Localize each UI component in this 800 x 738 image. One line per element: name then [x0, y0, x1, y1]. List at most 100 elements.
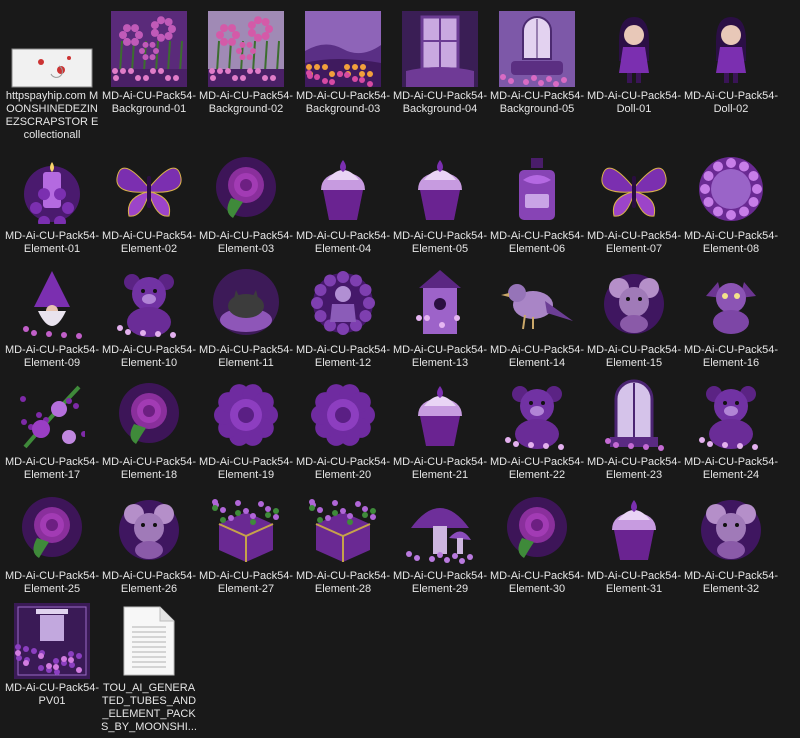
butterfly-icon: [102, 150, 196, 228]
file-item[interactable]: MD-Ai-CU-Pack54-Element-31: [586, 488, 682, 600]
file-item[interactable]: MD-Ai-CU-Pack54-Element-17: [4, 374, 100, 486]
file-name: MD-Ai-CU-Pack54-Element-07: [586, 230, 682, 255]
file-name: MD-Ai-CU-Pack54-Background-04: [392, 90, 488, 115]
file-name: MD-Ai-CU-Pack54-Element-01: [4, 230, 100, 255]
file-item[interactable]: MD-Ai-CU-Pack54-Element-15: [586, 262, 682, 374]
flower-frame-icon: [684, 150, 778, 228]
file-item[interactable]: MD-Ai-CU-Pack54-Element-03: [198, 148, 294, 260]
teddy-bear-icon: [102, 264, 196, 342]
file-item[interactable]: MD-Ai-CU-Pack54-Element-21: [392, 374, 488, 486]
file-item[interactable]: MD-Ai-CU-Pack54-Background-04: [392, 8, 488, 120]
cupcake-icon: [393, 376, 487, 454]
file-item[interactable]: MD-Ai-CU-Pack54-Element-07: [586, 148, 682, 260]
teddy-bear-icon: [684, 376, 778, 454]
file-name: MD-Ai-CU-Pack54-Element-02: [101, 230, 197, 255]
rose-icon: [102, 376, 196, 454]
file-name: MD-Ai-CU-Pack54-Background-05: [489, 90, 585, 115]
file-item[interactable]: httpspayhip.com MOONSHINEDEZINEZSCRAPSTO…: [4, 8, 100, 141]
file-item[interactable]: MD-Ai-CU-Pack54-Element-24: [683, 374, 779, 486]
file-name: MD-Ai-CU-Pack54-Element-22: [489, 456, 585, 481]
file-name: MD-Ai-CU-Pack54-Element-14: [489, 344, 585, 369]
cupcake-icon: [296, 150, 390, 228]
file-name: MD-Ai-CU-Pack54-Element-05: [392, 230, 488, 255]
file-name: MD-Ai-CU-Pack54-Element-23: [586, 456, 682, 481]
butterfly-icon: [587, 150, 681, 228]
file-item[interactable]: MD-Ai-CU-Pack54-Element-12: [295, 262, 391, 374]
file-name: MD-Ai-CU-Pack54-Element-27: [198, 570, 294, 595]
file-name: MD-Ai-CU-Pack54-Element-11: [198, 344, 294, 369]
file-item[interactable]: MD-Ai-CU-Pack54-Element-30: [489, 488, 585, 600]
file-name: MD-Ai-CU-Pack54-Element-24: [683, 456, 779, 481]
file-name: MD-Ai-CU-Pack54-Element-16: [683, 344, 779, 369]
file-name: MD-Ai-CU-Pack54-Element-32: [683, 570, 779, 595]
preview-image-icon: [5, 602, 99, 680]
birdhouse-icon: [393, 264, 487, 342]
file-name: MD-Ai-CU-Pack54-Background-01: [101, 90, 197, 115]
file-item[interactable]: MD-Ai-CU-Pack54-Doll-02: [683, 8, 779, 120]
file-name: MD-Ai-CU-Pack54-Element-21: [392, 456, 488, 481]
file-item[interactable]: MD-Ai-CU-Pack54-Element-29: [392, 488, 488, 600]
file-item[interactable]: MD-Ai-CU-Pack54-Element-04: [295, 148, 391, 260]
file-name: MD-Ai-CU-Pack54-Element-04: [295, 230, 391, 255]
file-item[interactable]: MD-Ai-CU-Pack54-Element-09: [4, 262, 100, 374]
file-name: MD-Ai-CU-Pack54-Element-03: [198, 230, 294, 255]
file-name: MD-Ai-CU-Pack54-Element-06: [489, 230, 585, 255]
file-name: MD-Ai-CU-Pack54-Element-29: [392, 570, 488, 595]
file-item[interactable]: MD-Ai-CU-Pack54-Element-22: [489, 374, 585, 486]
mouse-icon: [102, 490, 196, 568]
file-item[interactable]: MD-Ai-CU-Pack54-Element-13: [392, 262, 488, 374]
file-item[interactable]: MD-Ai-CU-Pack54-Element-16: [683, 262, 779, 374]
file-item[interactable]: MD-Ai-CU-Pack54-Element-01: [4, 148, 100, 260]
cat-basket-icon: [199, 264, 293, 342]
window-icon: [587, 376, 681, 454]
file-name: MD-Ai-CU-Pack54-Element-31: [586, 570, 682, 595]
file-item[interactable]: MD-Ai-CU-Pack54-Element-05: [392, 148, 488, 260]
file-item[interactable]: MD-Ai-CU-Pack54-Element-14: [489, 262, 585, 374]
file-name: MD-Ai-CU-Pack54-Element-15: [586, 344, 682, 369]
file-item[interactable]: MD-Ai-CU-Pack54-Element-02: [101, 148, 197, 260]
mouse-icon: [587, 264, 681, 342]
doll-icon: [587, 10, 681, 88]
doll-icon: [684, 10, 778, 88]
file-item[interactable]: MD-Ai-CU-Pack54-Element-06: [489, 148, 585, 260]
window-background-icon: [490, 10, 584, 88]
file-grid: httpspayhip.com MOONSHINEDEZINEZSCRAPSTO…: [0, 0, 800, 738]
file-name: MD-Ai-CU-Pack54-Doll-02: [683, 90, 779, 115]
file-item[interactable]: MD-Ai-CU-Pack54-Element-27: [198, 488, 294, 600]
file-item[interactable]: MD-Ai-CU-Pack54-Background-05: [489, 8, 585, 120]
file-name: MD-Ai-CU-Pack54-Element-08: [683, 230, 779, 255]
file-item[interactable]: MD-Ai-CU-Pack54-Element-20: [295, 374, 391, 486]
file-name: MD-Ai-CU-Pack54-Element-12: [295, 344, 391, 369]
file-item[interactable]: MD-Ai-CU-Pack54-Element-32: [683, 488, 779, 600]
file-name: MD-Ai-CU-Pack54-Element-19: [198, 456, 294, 481]
shortcut-image-icon: [5, 10, 99, 88]
flower-box-icon: [296, 490, 390, 568]
file-name: MD-Ai-CU-Pack54-Element-09: [4, 344, 100, 369]
file-item[interactable]: MD-Ai-CU-Pack54-PV01: [4, 600, 100, 712]
dragon-icon: [684, 264, 778, 342]
landscape-background-icon: [296, 10, 390, 88]
file-item[interactable]: MD-Ai-CU-Pack54-Element-28: [295, 488, 391, 600]
file-item[interactable]: MD-Ai-CU-Pack54-Element-26: [101, 488, 197, 600]
rose-icon: [5, 490, 99, 568]
file-item[interactable]: MD-Ai-CU-Pack54-Element-25: [4, 488, 100, 600]
file-item[interactable]: MD-Ai-CU-Pack54-Element-18: [101, 374, 197, 486]
file-item[interactable]: MD-Ai-CU-Pack54-Background-02: [198, 8, 294, 120]
file-item[interactable]: MD-Ai-CU-Pack54-Doll-01: [586, 8, 682, 120]
file-name: MD-Ai-CU-Pack54-Element-10: [101, 344, 197, 369]
file-item[interactable]: MD-Ai-CU-Pack54-Element-10: [101, 262, 197, 374]
flower-cluster-icon: [5, 376, 99, 454]
file-item[interactable]: MD-Ai-CU-Pack54-Element-08: [683, 148, 779, 260]
file-name: MD-Ai-CU-Pack54-Element-30: [489, 570, 585, 595]
file-item[interactable]: MD-Ai-CU-Pack54-Element-23: [586, 374, 682, 486]
file-item[interactable]: MD-Ai-CU-Pack54-Background-03: [295, 8, 391, 120]
file-item[interactable]: TOU_AI_GENERATED_TUBES_AND_ELEMENT_PACKS…: [101, 600, 197, 733]
rose-icon: [199, 150, 293, 228]
file-item[interactable]: MD-Ai-CU-Pack54-Element-19: [198, 374, 294, 486]
file-name: MD-Ai-CU-Pack54-Element-17: [4, 456, 100, 481]
file-item[interactable]: MD-Ai-CU-Pack54-Element-11: [198, 262, 294, 374]
file-item[interactable]: MD-Ai-CU-Pack54-Background-01: [101, 8, 197, 120]
candle-icon: [5, 150, 99, 228]
file-name: MD-Ai-CU-Pack54-Element-26: [101, 570, 197, 595]
file-name: MD-Ai-CU-Pack54-Background-02: [198, 90, 294, 115]
